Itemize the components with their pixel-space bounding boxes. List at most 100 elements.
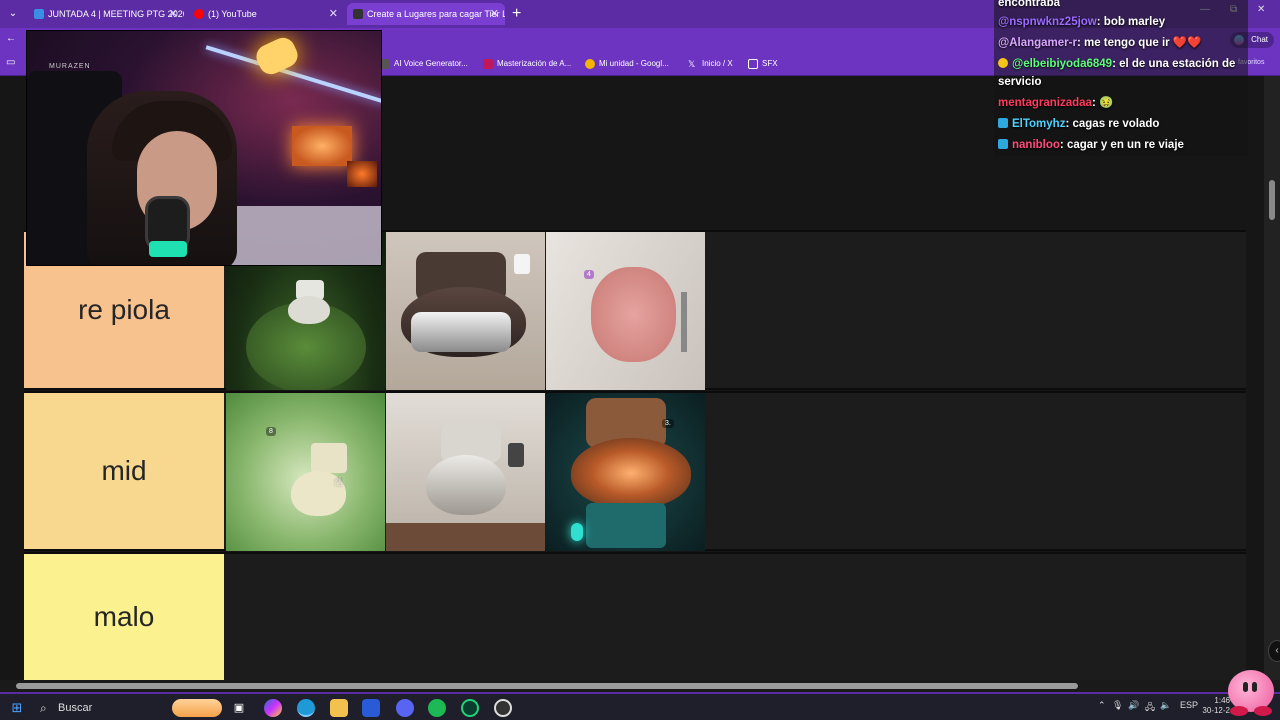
tier-item-image[interactable]: 3. [546, 393, 705, 551]
vertical-scrollbar[interactable] [1264, 76, 1280, 682]
chat-message: @elbeibiyoda6849: el de una estación de [998, 55, 1235, 73]
fireplace-screen [347, 161, 377, 187]
chat-message: @Alangamer-r: me tengo que ir ❤️❤️ [998, 34, 1201, 52]
kirby-foot [1254, 706, 1272, 716]
discord-icon[interactable] [396, 699, 414, 717]
obs-icon[interactable] [494, 699, 512, 717]
kirby-eye [1252, 682, 1257, 692]
chat-text: : cagar y en un re viaje [1059, 139, 1184, 151]
chair-logo: MURAZEN [49, 63, 91, 70]
clock[interactable]: 1:46 30-12-2 [1200, 696, 1230, 716]
speaker-tray-icon[interactable]: 🔈 [1160, 700, 1171, 711]
close-tab-icon[interactable]: ✕ [490, 3, 499, 25]
tiermaker-icon [353, 9, 363, 19]
streamer-webcam: MURAZEN [26, 30, 382, 266]
tab-list-chevron-icon[interactable]: ⌄ [4, 5, 22, 23]
prime-badge-icon [998, 139, 1008, 149]
tier-label-mid[interactable]: mid [24, 393, 224, 549]
search-highlight-icon[interactable] [172, 699, 222, 717]
chat-username: mentagranizadaa [998, 97, 1092, 109]
toilet-base [586, 503, 666, 548]
bookmark-label: Inicio / X [702, 59, 733, 68]
tab-tierlist[interactable]: Create a Lugares para cagar Tier L ✕ [347, 3, 505, 25]
tab-title: JUNTADA 4 | MEETING PTG 2026 [48, 9, 184, 19]
kirby-foot [1230, 706, 1248, 716]
horizontal-scroll-thumb[interactable] [16, 683, 1078, 689]
chat-message: mentagranizadaa: 🤢 [998, 94, 1113, 112]
tab-juntada[interactable]: JUNTADA 4 | MEETING PTG 2026 ✕ [28, 3, 184, 25]
tab-youtube[interactable]: (1) YouTube ✕ [188, 3, 344, 25]
microphone-tray-icon[interactable]: 🎙 [1112, 700, 1123, 711]
x-logo-icon: 𝕏 [688, 59, 696, 69]
vertical-scroll-thumb[interactable] [1269, 180, 1275, 220]
chat-label: Chat [1251, 35, 1268, 44]
collapse-arrow-icon[interactable]: ‹ [1268, 640, 1280, 662]
car-grille [411, 312, 511, 352]
stream-chat-overlay: encontraba @nspnwknz25jow: bob marley @A… [994, 0, 1248, 156]
masterizacion-icon [483, 59, 493, 69]
chat-username: @nspnwknz25jow [998, 16, 1097, 28]
windows-start-icon[interactable]: ⊞ [8, 699, 26, 717]
search-icon: ⌕ [40, 701, 47, 715]
mic-light [149, 241, 187, 257]
tier-item-image[interactable] [386, 393, 545, 551]
bookmark-ai-voice[interactable]: AI Voice Generator... [380, 57, 468, 71]
bookmark-sfx-folder[interactable]: SFX [748, 57, 778, 71]
folder-icon [748, 59, 758, 69]
chat-message: ElTomyhz: cagas re volado [998, 115, 1159, 133]
item-number: 4 [584, 270, 594, 279]
chat-message-continuation: servicio [998, 73, 1041, 91]
bookmark-label: Masterización de A... [497, 59, 572, 68]
chat-text: : el de una estación de [1112, 58, 1236, 70]
bookmark-x[interactable]: 𝕏 Inicio / X [688, 57, 733, 71]
hexagon-lights [292, 126, 352, 166]
copilot-icon[interactable] [264, 699, 282, 717]
tier-label-malo[interactable]: malo [24, 554, 224, 680]
bookmark-label: SFX [762, 59, 778, 68]
tier-item-image[interactable]: 4 [546, 232, 705, 390]
tab-title: Create a Lugares para cagar Tier L [367, 9, 505, 19]
chat-text: : me tengo que ir ❤️❤️ [1076, 37, 1202, 49]
search-placeholder: Buscar [58, 702, 93, 714]
clock-date: 30-12-2 [1202, 706, 1230, 715]
horizontal-scrollbar[interactable] [0, 680, 1280, 692]
tray-chevron-icon[interactable]: ⌃ [1098, 700, 1106, 711]
tier-row-mid: mid 8 ☝ 3. [24, 391, 1246, 551]
calendar-icon [34, 9, 44, 19]
fluffy-toilet [591, 267, 676, 362]
chat-username: @elbeibiyoda6849 [1012, 58, 1113, 70]
edge-browser-icon[interactable] [297, 699, 315, 717]
toilet-bowl [426, 455, 506, 515]
tier-row-malo: malo [24, 552, 1246, 682]
toilet-paper [514, 254, 530, 274]
clock-time: 1:46 [1214, 696, 1230, 705]
bookmark-masterizacion[interactable]: Masterización de A... [483, 57, 571, 71]
chat-message: @nspnwknz25jow: bob marley [998, 13, 1165, 31]
youtube-icon [194, 9, 204, 19]
glowing-bottle [571, 523, 583, 541]
sidebar-icon[interactable]: ▭ [6, 57, 15, 68]
task-view-icon[interactable]: ▣ [230, 699, 248, 717]
microsoft-store-icon[interactable] [362, 699, 380, 717]
back-arrow-icon[interactable]: ← [6, 33, 16, 44]
new-tab-button[interactable]: + [512, 3, 521, 25]
volume-tray-icon[interactable]: 🔊 [1128, 700, 1139, 711]
tier-item-image[interactable] [386, 232, 545, 390]
close-tab-icon[interactable]: ✕ [169, 3, 178, 25]
tier-item-image[interactable]: 8 ☝ [226, 393, 385, 551]
close-window-button[interactable]: ✕ [1257, 4, 1265, 15]
desk [217, 206, 381, 265]
language-indicator[interactable]: ESP [1180, 700, 1198, 710]
file-explorer-icon[interactable] [330, 699, 348, 717]
close-tab-icon[interactable]: ✕ [329, 3, 338, 25]
bookmark-label: Mi unidad - Googl... [599, 59, 669, 68]
spotify-icon[interactable] [428, 699, 446, 717]
streaming-app-icon[interactable] [461, 699, 479, 717]
google-drive-icon [585, 59, 595, 69]
item-number: 8 [266, 427, 276, 436]
network-tray-icon[interactable]: 🖧 [1145, 700, 1155, 716]
bookmark-google-drive[interactable]: Mi unidad - Googl... [585, 57, 669, 71]
subscriber-badge-icon [998, 58, 1008, 68]
chat-text: servicio [998, 76, 1042, 88]
chat-message: encontraba [998, 0, 1060, 12]
